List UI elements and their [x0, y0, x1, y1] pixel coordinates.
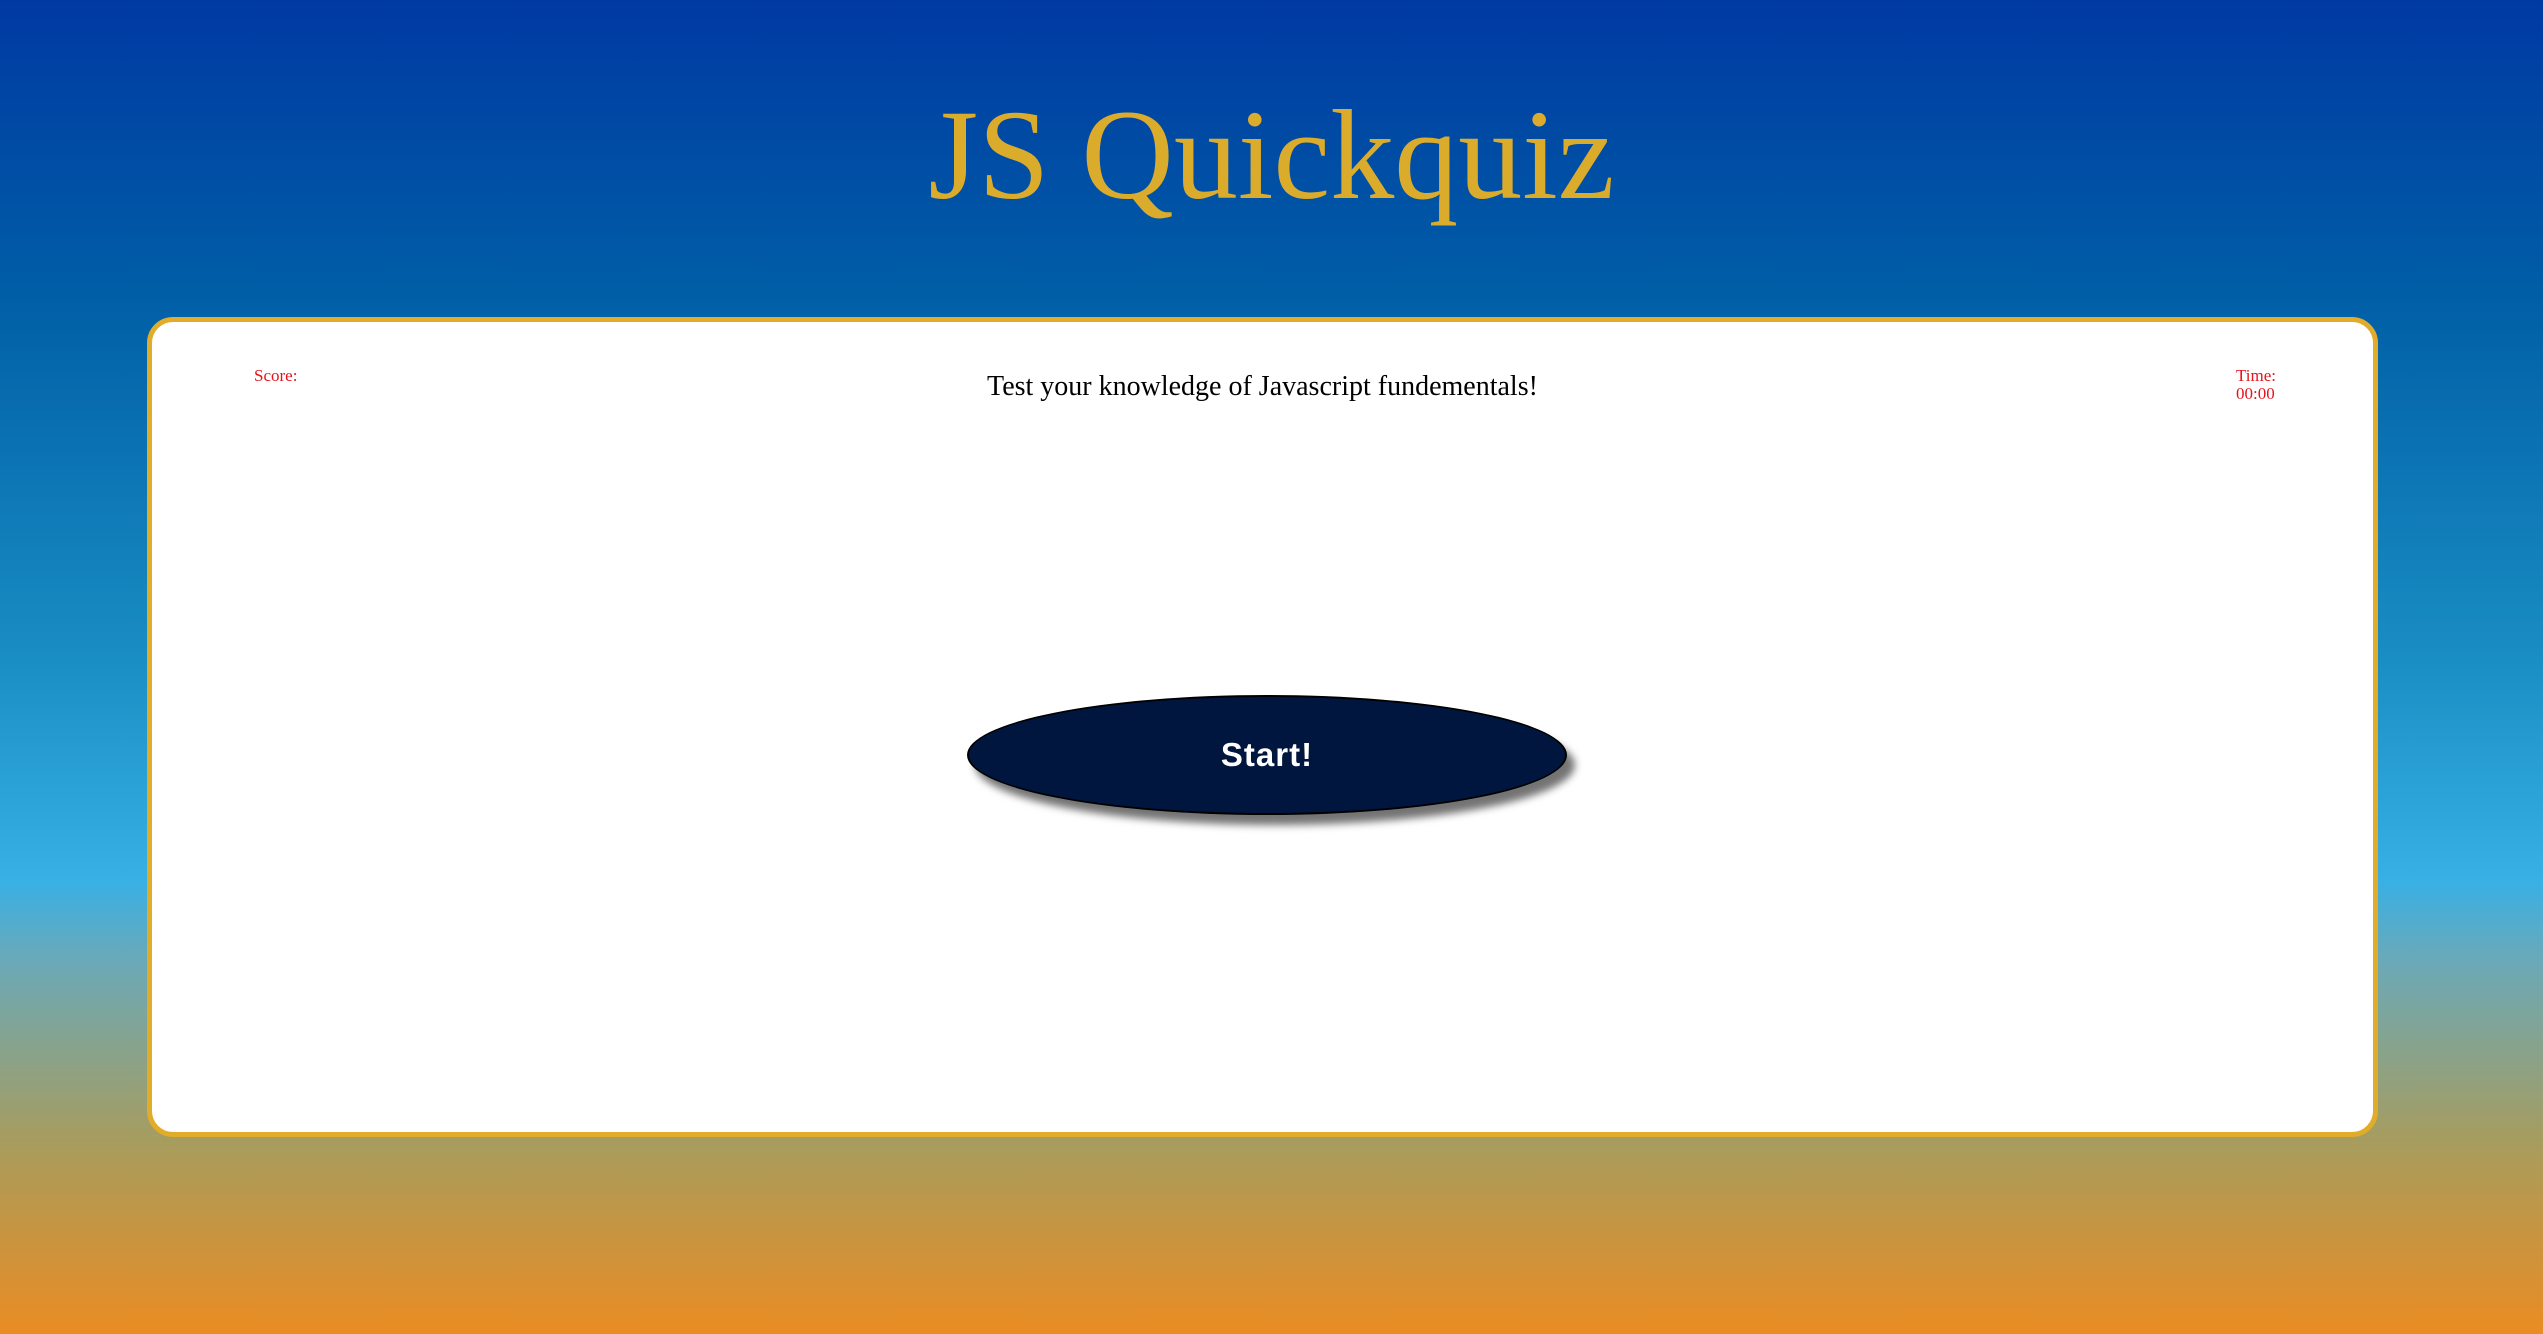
time-value: 00:00	[2235, 384, 2275, 403]
quiz-intro-text: Test your knowledge of Javascript fundem…	[987, 371, 1538, 402]
page: JS Quickquiz Score: Test your knowledge …	[0, 0, 2543, 1334]
timer-display: Time: 00:00	[2236, 367, 2276, 403]
time-label: Time:	[2235, 366, 2276, 385]
app-title: JS Quickquiz	[928, 84, 1615, 226]
quiz-card: Score: Test your knowledge of Javascript…	[147, 317, 2378, 1137]
start-button[interactable]: Start!	[967, 695, 1567, 815]
